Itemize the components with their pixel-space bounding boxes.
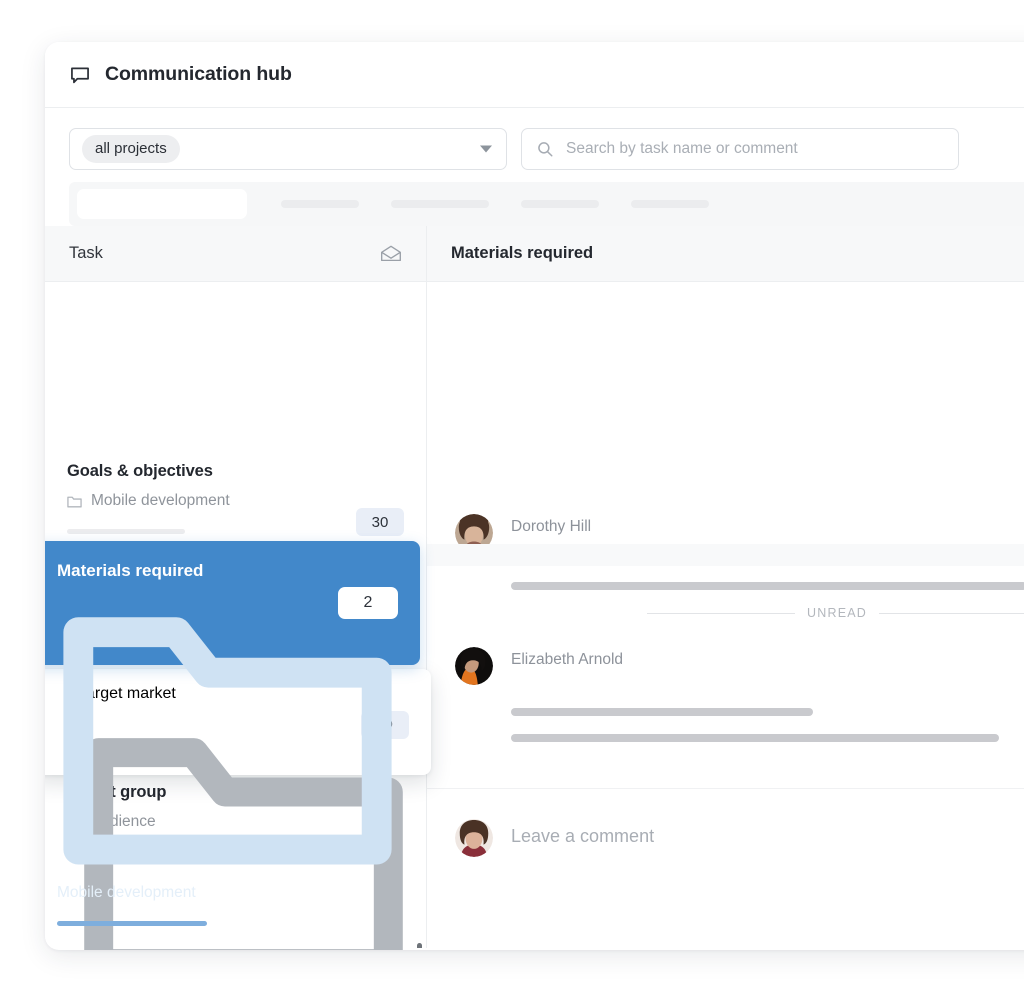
panel-band bbox=[427, 544, 1024, 566]
task-list-pane: Task Goals & objectives bbox=[45, 226, 427, 948]
folder-icon bbox=[67, 495, 82, 508]
project-filter-select[interactable]: all projects bbox=[69, 128, 507, 170]
app-header: Communication hub bbox=[45, 42, 1024, 108]
task-badge[interactable]: 2 bbox=[338, 587, 398, 619]
task-project-label: Mobile development bbox=[57, 884, 196, 901]
message-text-skeleton bbox=[511, 734, 999, 742]
comment-composer[interactable]: Leave a comment bbox=[427, 788, 1024, 948]
message-author: Dorothy Hill bbox=[511, 518, 1024, 536]
skeleton-bar bbox=[631, 200, 709, 208]
filter-skeleton-strip bbox=[69, 182, 1024, 226]
conversation-header: Materials required bbox=[427, 226, 1024, 282]
task-project: Mobile development bbox=[67, 492, 404, 510]
unread-divider: UNREAD bbox=[647, 606, 1024, 620]
task-badge[interactable]: 30 bbox=[356, 508, 404, 536]
message-text-skeleton bbox=[511, 582, 1024, 590]
avatar bbox=[455, 819, 493, 857]
toolbar: all projects Search by task name or comm… bbox=[45, 108, 1024, 226]
unread-label: UNREAD bbox=[807, 606, 867, 620]
message-list: Dorothy Hill @Elizabeth Arnold UNREAD bbox=[427, 282, 1024, 788]
task-progress bbox=[67, 529, 185, 534]
search-placeholder: Search by task name or comment bbox=[566, 140, 798, 158]
open-envelope-icon[interactable] bbox=[380, 245, 402, 263]
message-text-skeleton bbox=[511, 708, 813, 716]
toolbar-row: all projects Search by task name or comm… bbox=[69, 128, 1024, 170]
skeleton-bar bbox=[521, 200, 599, 208]
scrollbar-thumb[interactable] bbox=[417, 943, 422, 948]
communication-hub-card: Communication hub all projects Search by… bbox=[45, 42, 1024, 950]
search-icon bbox=[536, 140, 554, 158]
comment-placeholder[interactable]: Leave a comment bbox=[511, 819, 654, 847]
task-column-label: Task bbox=[69, 244, 103, 263]
message-author: Elizabeth Arnold bbox=[511, 651, 1024, 669]
divider-line bbox=[879, 613, 1024, 614]
avatar bbox=[455, 647, 493, 685]
task-progress bbox=[57, 921, 207, 926]
task-card-selected[interactable]: Materials required Mobile development 2 bbox=[45, 541, 420, 665]
chevron-down-icon bbox=[480, 146, 492, 153]
project-filter-value: all projects bbox=[82, 135, 180, 163]
skeleton-bar bbox=[281, 200, 359, 208]
conversation-pane: Materials required bbox=[427, 226, 1024, 948]
chat-bubble-icon bbox=[69, 64, 91, 86]
conversation-title: Materials required bbox=[451, 244, 593, 263]
screen: Communication hub all projects Search by… bbox=[0, 0, 1024, 997]
filter-placeholder-box[interactable] bbox=[77, 189, 247, 219]
skeleton-bar bbox=[391, 200, 489, 208]
body-split: Task Goals & objectives bbox=[45, 226, 1024, 948]
message-item: Elizabeth Arnold bbox=[427, 647, 1024, 742]
task-name: Materials required bbox=[57, 561, 398, 581]
task-name: Goals & objectives bbox=[67, 462, 404, 481]
task-row[interactable]: Goals & objectives Mobile development 30 bbox=[45, 462, 426, 551]
message-body: Elizabeth Arnold bbox=[511, 647, 1024, 742]
divider-line bbox=[647, 613, 795, 614]
page-title: Communication hub bbox=[105, 63, 292, 86]
task-project-label: Mobile development bbox=[91, 492, 230, 510]
folder-icon bbox=[57, 866, 398, 883]
task-project: Mobile development bbox=[57, 581, 398, 902]
search-input[interactable]: Search by task name or comment bbox=[521, 128, 959, 170]
task-column-header: Task bbox=[45, 226, 426, 282]
